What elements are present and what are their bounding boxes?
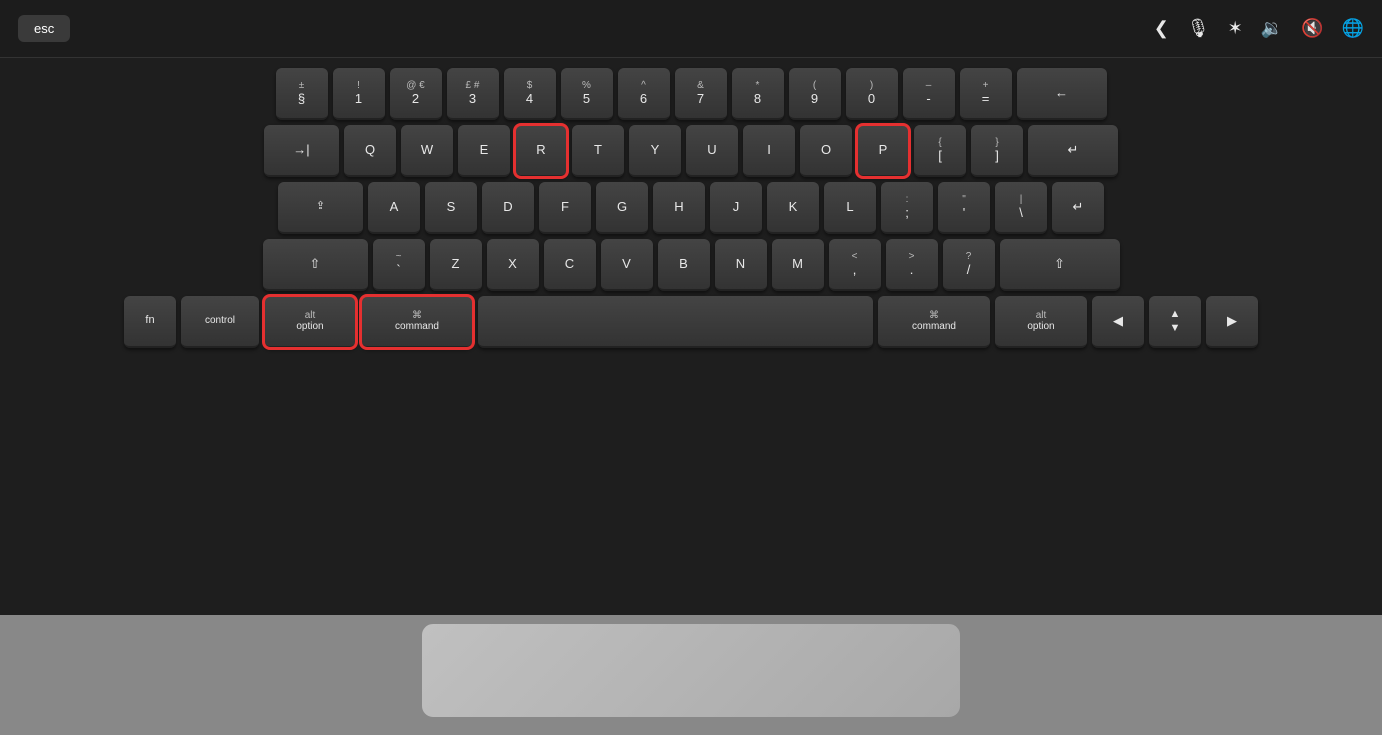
key-command-left[interactable]: ⌘ command — [361, 296, 473, 348]
key-c[interactable]: C — [544, 239, 596, 291]
bottom-row: fn control alt option ⌘ command ⌘ comman… — [16, 296, 1366, 348]
key-tab[interactable]: →| — [264, 125, 339, 177]
key-shift-right[interactable]: ⇧ — [1000, 239, 1120, 291]
key-h[interactable]: H — [653, 182, 705, 234]
trackpad-area — [0, 615, 1382, 735]
key-l[interactable]: L — [824, 182, 876, 234]
key-i[interactable]: I — [743, 125, 795, 177]
key-a[interactable]: A — [368, 182, 420, 234]
key-option-right[interactable]: alt option — [995, 296, 1087, 348]
key-8[interactable]: * 8 — [732, 68, 784, 120]
key-equals[interactable]: + = — [960, 68, 1012, 120]
key-1[interactable]: ! 1 — [333, 68, 385, 120]
key-o[interactable]: O — [800, 125, 852, 177]
key-fn[interactable]: fn — [124, 296, 176, 348]
key-section[interactable]: ± § — [276, 68, 328, 120]
tb-back-icon: ❮ — [1154, 18, 1169, 39]
key-semicolon[interactable]: : ; — [881, 182, 933, 234]
key-spacebar[interactable] — [478, 296, 873, 348]
key-j[interactable]: J — [710, 182, 762, 234]
key-b[interactable]: B — [658, 239, 710, 291]
key-6[interactable]: ^ 6 — [618, 68, 670, 120]
key-u[interactable]: U — [686, 125, 738, 177]
key-option-left[interactable]: alt option — [264, 296, 356, 348]
key-v[interactable]: V — [601, 239, 653, 291]
key-m[interactable]: M — [772, 239, 824, 291]
key-y[interactable]: Y — [629, 125, 681, 177]
tb-brightness-icon: ✶ — [1228, 18, 1243, 39]
key-minus[interactable]: – - — [903, 68, 955, 120]
key-0[interactable]: ) 0 — [846, 68, 898, 120]
key-n[interactable]: N — [715, 239, 767, 291]
tb-voice-icon: 🎙 — [1187, 18, 1210, 39]
key-arrows-updown[interactable]: ▲ ▼ — [1149, 296, 1201, 348]
key-arrow-right[interactable]: ▶ — [1206, 296, 1258, 348]
key-9[interactable]: ( 9 — [789, 68, 841, 120]
key-5[interactable]: % 5 — [561, 68, 613, 120]
keyboard-rows: ± § ! 1 @ € 2 £ # 3 $ 4 % 5 — [0, 58, 1382, 615]
qwerty-row: →| Q W E R T Y U I — [16, 125, 1366, 177]
key-z[interactable]: Z — [430, 239, 482, 291]
keyboard-body: esc ❮ 🎙 ✶ 🔉 🔇 🌐 ± § ! 1 @ € 2 — [0, 0, 1382, 735]
key-command-right[interactable]: ⌘ command — [878, 296, 990, 348]
key-p[interactable]: P — [857, 125, 909, 177]
key-2[interactable]: @ € 2 — [390, 68, 442, 120]
tb-siri-icon: 🌐 — [1342, 18, 1364, 39]
key-caps-lock[interactable]: ⇪ — [278, 182, 363, 234]
key-k[interactable]: K — [767, 182, 819, 234]
key-control[interactable]: control — [181, 296, 259, 348]
key-comma[interactable]: < , — [829, 239, 881, 291]
key-period[interactable]: > . — [886, 239, 938, 291]
key-4[interactable]: $ 4 — [504, 68, 556, 120]
asdf-row: ⇪ A S D F G H J K — [16, 182, 1366, 234]
key-d[interactable]: D — [482, 182, 534, 234]
key-q[interactable]: Q — [344, 125, 396, 177]
key-s[interactable]: S — [425, 182, 477, 234]
tb-volume-icon: 🔉 — [1261, 18, 1283, 39]
key-shift-left[interactable]: ⇧ — [263, 239, 368, 291]
key-backslash[interactable]: | \ — [995, 182, 1047, 234]
key-3[interactable]: £ # 3 — [447, 68, 499, 120]
key-open-bracket[interactable]: { [ — [914, 125, 966, 177]
key-7[interactable]: & 7 — [675, 68, 727, 120]
touch-bar-icons: ❮ 🎙 ✶ 🔉 🔇 🌐 — [1154, 18, 1364, 39]
key-f[interactable]: F — [539, 182, 591, 234]
key-tilde[interactable]: ~ ` — [373, 239, 425, 291]
number-row: ± § ! 1 @ € 2 £ # 3 $ 4 % 5 — [16, 68, 1366, 120]
key-backspace[interactable]: ← — [1017, 68, 1107, 120]
zxcv-row: ⇧ ~ ` Z X C V B N — [16, 239, 1366, 291]
key-close-bracket[interactable]: } ] — [971, 125, 1023, 177]
touch-bar: esc ❮ 🎙 ✶ 🔉 🔇 🌐 — [0, 0, 1382, 58]
esc-key[interactable]: esc — [18, 15, 70, 42]
key-e[interactable]: E — [458, 125, 510, 177]
key-w[interactable]: W — [401, 125, 453, 177]
tb-mute-icon: 🔇 — [1301, 18, 1323, 39]
key-quote[interactable]: " ' — [938, 182, 990, 234]
key-r[interactable]: R — [515, 125, 567, 177]
key-slash[interactable]: ? / — [943, 239, 995, 291]
key-x[interactable]: X — [487, 239, 539, 291]
key-arrow-left[interactable]: ◀ — [1092, 296, 1144, 348]
trackpad[interactable] — [421, 623, 961, 718]
key-t[interactable]: T — [572, 125, 624, 177]
key-return[interactable]: ↵ — [1028, 125, 1118, 177]
key-return-wide[interactable]: ↵ — [1052, 182, 1104, 234]
key-g[interactable]: G — [596, 182, 648, 234]
